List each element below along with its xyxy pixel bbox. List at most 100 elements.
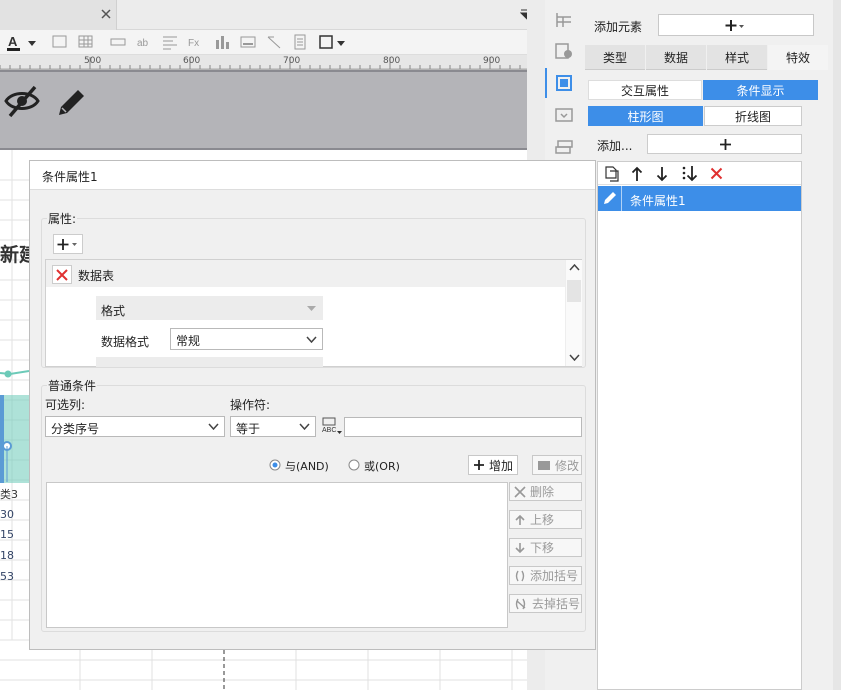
scroll-down-icon[interactable] xyxy=(569,354,580,361)
ruler-label: 500 xyxy=(84,56,102,66)
add-condition-button[interactable]: 增加 xyxy=(468,455,518,475)
or-label: 或(OR) xyxy=(364,460,400,473)
tab-data[interactable]: 数据 xyxy=(646,45,706,70)
copy-icon[interactable] xyxy=(605,166,621,182)
selected-widget-area[interactable] xyxy=(0,70,545,150)
attribute-scrollbar[interactable] xyxy=(565,260,582,366)
plus-icon xyxy=(57,239,77,250)
arrow-down-icon[interactable] xyxy=(656,166,668,182)
subtab-conditional-display[interactable]: 条件显示 xyxy=(703,80,818,100)
cell-icon[interactable] xyxy=(555,11,573,29)
add-condition-button[interactable] xyxy=(647,134,802,154)
delete-condition-button[interactable]: 删除 xyxy=(509,482,582,501)
and-radio[interactable] xyxy=(269,459,281,471)
plus-icon xyxy=(474,460,484,470)
chevron-down-icon[interactable] xyxy=(337,41,345,46)
value-input[interactable] xyxy=(344,417,582,437)
svg-text:Fx: Fx xyxy=(188,38,199,49)
remove-bracket-button[interactable]: 去掉括号 xyxy=(509,594,582,613)
plus-icon xyxy=(725,20,744,31)
cell-value: 30 xyxy=(0,508,14,521)
remove-attribute-button[interactable] xyxy=(52,265,72,284)
ruler-ticks xyxy=(0,57,545,70)
condition-list-box[interactable] xyxy=(46,482,508,628)
add-button-label: 增加 xyxy=(489,458,514,473)
format-label: 格式 xyxy=(101,304,126,318)
close-icon[interactable] xyxy=(101,9,111,19)
close-icon xyxy=(514,485,526,498)
list-icon[interactable] xyxy=(292,34,308,50)
condition-list-panel: 条件属性1 xyxy=(597,161,802,690)
condition-attribute-dialog: 条件属性1 属性: 数据表 格式 数据格式 常规 普通条件 可选列: 分类序号 … xyxy=(29,160,596,650)
arrow-up-icon xyxy=(515,514,525,525)
condition-item-label: 条件属性1 xyxy=(630,194,686,208)
move-up-button[interactable]: 上移 xyxy=(509,510,582,529)
column-value: 分类序号 xyxy=(51,422,100,436)
arrow-up-icon[interactable] xyxy=(631,166,643,182)
align-icon[interactable] xyxy=(162,34,178,50)
add-element-label: 添加元素 xyxy=(594,20,643,34)
add-attribute-button[interactable] xyxy=(53,234,83,254)
pencil-icon[interactable] xyxy=(55,85,87,119)
operator-select[interactable]: 等于 xyxy=(230,416,316,437)
add-bracket-label: 添加括号 xyxy=(530,569,579,583)
font-color-icon[interactable]: A xyxy=(6,34,22,51)
data-format-select[interactable]: 常规 xyxy=(170,328,323,350)
move-up-label: 上移 xyxy=(530,513,555,527)
move-down-button[interactable]: 下移 xyxy=(509,538,582,557)
data-format-label: 数据格式 xyxy=(101,335,150,349)
svg-text:ab: ab xyxy=(137,38,149,49)
input-box-icon[interactable] xyxy=(110,34,126,50)
eye-slash-icon[interactable] xyxy=(4,84,40,118)
add-bracket-button[interactable]: 添加括号 xyxy=(509,566,582,585)
chart-tab-line[interactable]: 折线图 xyxy=(704,106,802,126)
widget-settings-icon[interactable] xyxy=(555,42,573,60)
text-icon[interactable]: ab xyxy=(136,34,152,50)
slash-icon[interactable] xyxy=(266,34,282,50)
tab-type[interactable]: 类型 xyxy=(585,45,645,70)
scroll-up-icon[interactable] xyxy=(569,264,580,271)
tab-style[interactable]: 样式 xyxy=(707,45,767,70)
frame-icon[interactable] xyxy=(318,34,334,50)
editor-tab-bar xyxy=(0,0,545,30)
operator-value: 等于 xyxy=(236,422,261,436)
subtab-interaction[interactable]: 交互属性 xyxy=(588,80,702,100)
table-icon[interactable] xyxy=(78,34,94,50)
stack-icon[interactable] xyxy=(555,138,573,156)
edit-button-label: 修改 xyxy=(555,458,580,473)
add-element-button[interactable] xyxy=(658,14,814,36)
delete-button-label: 删除 xyxy=(530,485,555,499)
edit-condition-button[interactable]: 修改 xyxy=(532,455,582,475)
document-tab[interactable] xyxy=(0,0,117,30)
condition-group-label: 普通条件 xyxy=(47,377,98,394)
attribute-list: 数据表 格式 数据格式 常规 xyxy=(45,259,582,367)
tab-effects[interactable]: 特效 xyxy=(768,45,828,70)
move-to-bottom-icon[interactable] xyxy=(681,165,699,183)
chevron-down-icon[interactable] xyxy=(28,41,36,46)
category-label: 类3 xyxy=(0,488,18,501)
format-select[interactable]: 格式 xyxy=(96,296,323,320)
formatting-toolbar: A ab Fx xyxy=(0,30,545,55)
cell-value: 15 xyxy=(0,528,14,541)
formula-icon[interactable]: Fx xyxy=(188,34,204,50)
panel-scrollbar[interactable] xyxy=(833,0,841,690)
dropdown-icon[interactable] xyxy=(555,106,573,124)
property-panel: 添加元素 类型 数据 样式 特效 交互属性 条件显示 柱形图 折线图 添加...… xyxy=(585,0,841,690)
select-frame-icon[interactable] xyxy=(555,74,573,92)
column-select[interactable]: 分类序号 xyxy=(45,416,225,437)
value-type-icon[interactable]: ABC xyxy=(321,417,343,437)
condition-list-toolbar xyxy=(598,162,801,185)
chart-icon[interactable] xyxy=(214,34,230,50)
or-radio[interactable] xyxy=(348,459,360,471)
chevron-down-icon xyxy=(299,423,310,430)
image-icon[interactable] xyxy=(240,34,256,50)
chart-tab-bar[interactable]: 柱形图 xyxy=(588,106,703,126)
border-icon[interactable] xyxy=(52,34,68,50)
ruler-label: 900 xyxy=(483,56,501,66)
and-label: 与(AND) xyxy=(285,460,329,473)
delete-icon[interactable] xyxy=(710,167,723,180)
edit-icon xyxy=(538,461,550,470)
attribute-group-label: 属性: xyxy=(47,210,78,227)
condition-list-item[interactable]: 条件属性1 xyxy=(598,186,801,211)
cell-value: 53 xyxy=(0,570,14,583)
